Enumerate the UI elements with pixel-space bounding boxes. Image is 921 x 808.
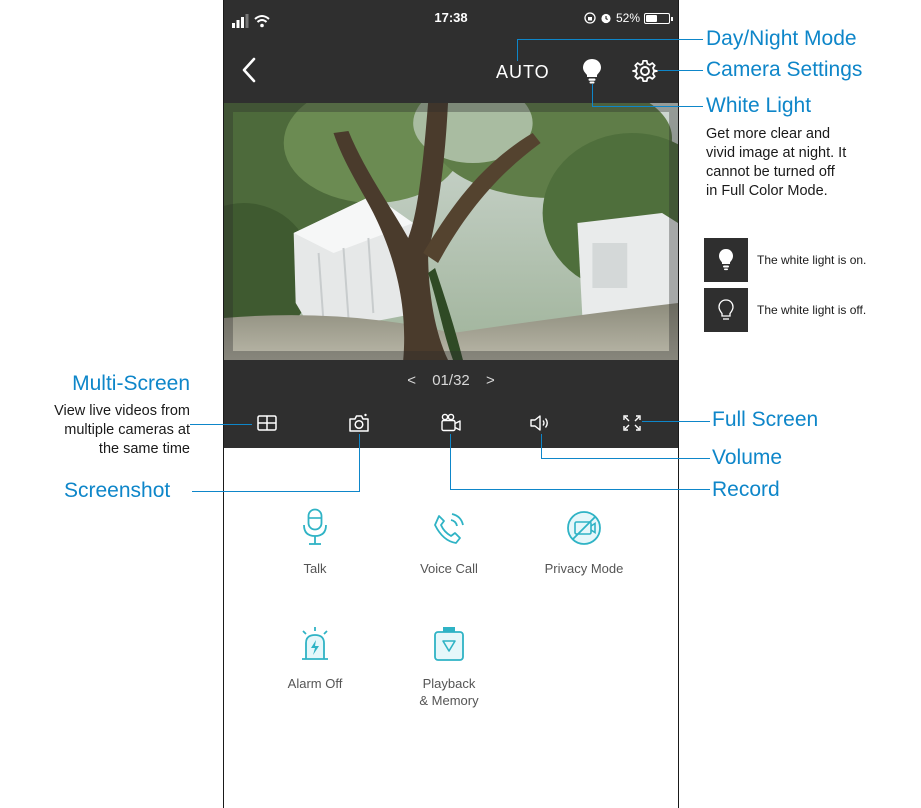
- rotation-lock-icon: [584, 12, 596, 24]
- back-button[interactable]: [240, 56, 260, 84]
- top-bar: 17:38 52% AUTO: [224, 0, 678, 103]
- callout-line-screenshot-h: [192, 491, 360, 493]
- prev-camera-button[interactable]: <: [407, 372, 416, 389]
- camera-position: 01/32: [432, 372, 470, 389]
- playback-memory-card-icon: [434, 627, 464, 661]
- alarm-clock-icon: [601, 13, 611, 24]
- volume-speaker-icon[interactable]: [528, 412, 552, 434]
- callout-line-settings: [658, 70, 703, 72]
- alarm-off-button[interactable]: Alarm Off: [260, 625, 370, 692]
- next-camera-button[interactable]: >: [486, 372, 495, 389]
- light-off-bulb-icon: [718, 299, 734, 320]
- multi-screen-desc-line1: View live videos from: [54, 403, 190, 419]
- callout-multi-screen: Multi-Screen: [72, 372, 190, 395]
- phone-screen: 17:38 52% AUTO < 01/32 > Talk Voice Call…: [223, 0, 679, 808]
- playback-memory-label: Playback & Memory: [394, 675, 504, 709]
- privacy-camera-off-icon: [567, 511, 601, 545]
- callout-white-light: White Light: [706, 94, 812, 117]
- callout-day-night-mode: Day/Night Mode: [706, 27, 857, 50]
- callout-line-white-light-h: [592, 106, 703, 108]
- white-light-desc-line3: cannot be turned off: [706, 164, 835, 180]
- callout-line-volume-h: [541, 458, 710, 460]
- status-right: 52%: [584, 11, 673, 25]
- callout-full-screen: Full Screen: [712, 408, 819, 431]
- talk-label: Talk: [303, 561, 327, 576]
- playback-label-line1: Playback: [422, 676, 476, 691]
- multi-screen-icon[interactable]: [255, 412, 279, 434]
- callout-line-volume-v: [541, 434, 543, 459]
- camera-settings-gear-icon[interactable]: [632, 58, 658, 84]
- white-light-bulb-icon[interactable]: [580, 57, 604, 85]
- day-night-mode-button[interactable]: AUTO: [496, 62, 550, 83]
- phone-call-icon: [434, 513, 464, 544]
- callout-record: Record: [712, 478, 780, 501]
- callout-volume: Volume: [712, 446, 783, 469]
- white-light-desc-line4: in Full Color Mode.: [706, 183, 828, 199]
- microphone-icon: [303, 508, 327, 545]
- privacy-mode-label: Privacy Mode: [544, 561, 624, 576]
- playback-label-line2: & Memory: [419, 693, 479, 708]
- callout-line-multi-screen: [190, 424, 252, 426]
- legend-light-off-text: The white light is off.: [757, 303, 867, 317]
- multi-screen-desc-line2: multiple cameras at: [64, 422, 190, 438]
- callout-line-white-light-v: [592, 84, 594, 106]
- white-light-desc-line2: vivid image at night. It: [706, 145, 847, 161]
- playback-memory-button[interactable]: Playback & Memory: [394, 625, 504, 709]
- callout-line-record-h: [450, 489, 710, 491]
- legend-light-off-box: [704, 288, 748, 332]
- alarm-off-label: Alarm Off: [287, 676, 343, 691]
- battery-icon: [644, 12, 673, 24]
- full-screen-icon[interactable]: [620, 412, 644, 434]
- voice-call-button[interactable]: Voice Call: [394, 508, 504, 577]
- callout-line-screenshot-v: [359, 434, 361, 492]
- record-video-icon[interactable]: [439, 412, 463, 434]
- white-light-desc-line1: Get more clear and: [706, 126, 831, 142]
- callout-screenshot: Screenshot: [64, 479, 171, 502]
- multi-screen-description: View live videos from multiple cameras a…: [4, 402, 190, 459]
- live-video-feed[interactable]: [224, 103, 678, 360]
- callout-line-day-night: [517, 39, 519, 61]
- light-on-bulb-icon: [719, 249, 733, 271]
- white-light-description: Get more clear and vivid image at night.…: [706, 125, 846, 201]
- legend-light-on-box: [704, 238, 748, 282]
- alarm-siren-icon: [302, 627, 328, 660]
- callout-line-full-screen: [642, 421, 710, 423]
- status-bar: 17:38 52%: [224, 0, 678, 40]
- privacy-mode-button[interactable]: Privacy Mode: [529, 508, 639, 577]
- camera-pager: < 01/32 >: [224, 372, 678, 389]
- talk-button[interactable]: Talk: [260, 508, 370, 577]
- screenshot-camera-icon[interactable]: [347, 412, 371, 434]
- voice-call-label: Voice Call: [420, 561, 478, 576]
- callout-line-day-night-h: [517, 39, 703, 41]
- multi-screen-desc-line3: the same time: [98, 441, 190, 457]
- battery-percent: 52%: [615, 11, 640, 25]
- callout-camera-settings: Camera Settings: [706, 58, 863, 81]
- battery-fill: [646, 14, 658, 22]
- callout-line-record-v: [450, 434, 452, 490]
- legend-light-on-text: The white light is on.: [757, 253, 867, 267]
